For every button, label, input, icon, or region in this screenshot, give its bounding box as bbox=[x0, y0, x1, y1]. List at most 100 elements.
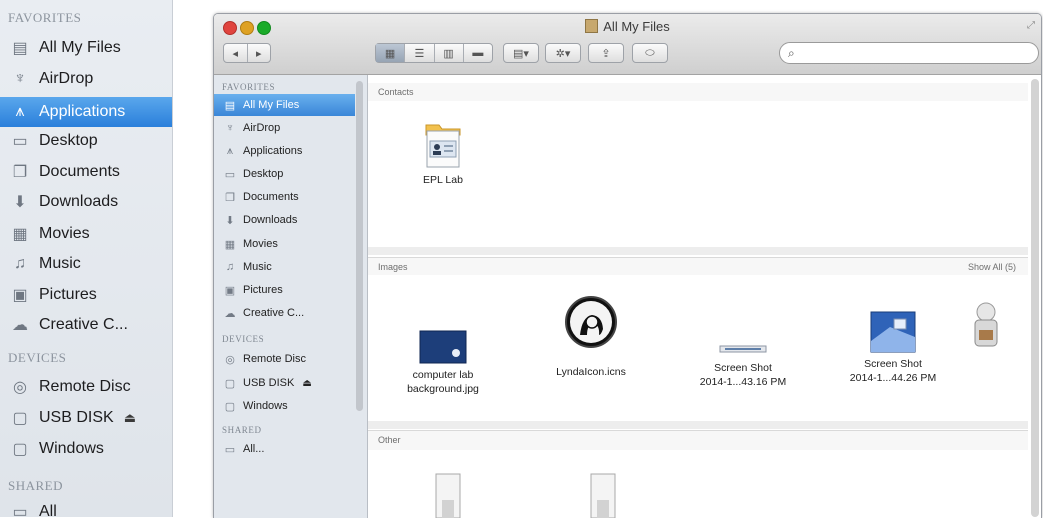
sidebar-item-creative-cloud[interactable]: ☁ Creative C... bbox=[214, 302, 355, 324]
big-sidebar-label: Downloads bbox=[39, 193, 119, 210]
forward-button[interactable]: ▸ bbox=[248, 44, 271, 62]
sidebar-item-applications[interactable]: ⩚ Applications bbox=[214, 140, 355, 162]
arrange-icon: ▤▾ bbox=[513, 47, 529, 60]
big-sidebar-label: USB DISK bbox=[39, 409, 114, 426]
file-item[interactable]: EPL Lab bbox=[408, 121, 478, 187]
screenshot-thumbnail-icon bbox=[870, 311, 916, 353]
disk-icon: ▢ bbox=[12, 410, 28, 427]
big-sidebar-item-all-my-files[interactable]: ▤ All My Files bbox=[0, 33, 172, 63]
file-item[interactable]: Screen Shot 2014-1...43.16 PM bbox=[683, 343, 803, 389]
big-sidebar-item-music[interactable]: ♫ Music bbox=[0, 249, 172, 279]
sidebar-item-remote-disc[interactable]: ◎ Remote Disc bbox=[214, 348, 355, 370]
column-view-icon[interactable]: ▥ bbox=[435, 44, 464, 62]
sidebar-label: Creative C... bbox=[243, 307, 305, 319]
action-button[interactable]: ✲▾ bbox=[545, 43, 581, 63]
arrange-button[interactable]: ▤▾ bbox=[503, 43, 539, 63]
lynda-icon bbox=[565, 296, 617, 348]
sidebar-item-downloads[interactable]: ⬇ Downloads bbox=[214, 209, 355, 231]
big-sidebar-item-pictures[interactable]: ▣ Pictures bbox=[0, 280, 172, 310]
big-sidebar-label: All bbox=[39, 503, 57, 517]
file-item[interactable]: Screen Shot 2014-1...44.26 PM bbox=[833, 311, 953, 385]
big-sidebar-label: Applications bbox=[39, 103, 126, 120]
search-input[interactable] bbox=[802, 45, 1034, 63]
list-view-icon[interactable]: ☰ bbox=[405, 44, 435, 62]
eject-icon[interactable]: ⏏ bbox=[302, 378, 311, 389]
movies-icon: ▦ bbox=[224, 238, 236, 251]
big-sidebar-item-desktop[interactable]: ▭ Desktop bbox=[0, 126, 172, 156]
file-item[interactable] bbox=[966, 300, 1006, 364]
title-bar: All My Files ⤢ ◂ ▸ ▦ ☰ ▥ ▬ ▤▾ ✲▾ ⇪ ⬭ ⌕ bbox=[214, 14, 1041, 75]
section-title: Images bbox=[378, 262, 408, 272]
back-button[interactable]: ◂ bbox=[224, 44, 248, 62]
big-sidebar-label: Creative C... bbox=[39, 316, 128, 333]
music-icon: ♫ bbox=[14, 255, 26, 272]
search-field[interactable]: ⌕ bbox=[779, 42, 1039, 64]
fullscreen-icon[interactable]: ⤢ bbox=[1027, 20, 1035, 31]
shared-header: SHARED bbox=[222, 425, 262, 435]
cover-flow-icon[interactable]: ▬ bbox=[464, 44, 492, 62]
disk-icon: ▢ bbox=[224, 400, 236, 413]
disc-icon: ◎ bbox=[225, 353, 235, 366]
sidebar-label: Movies bbox=[243, 238, 278, 250]
file-name: LyndaIcon.icns bbox=[556, 366, 626, 378]
file-name-line1: computer lab bbox=[412, 369, 474, 381]
file-name-line2: 2014-1...44.26 PM bbox=[849, 372, 937, 384]
eject-icon[interactable]: ⏏ bbox=[124, 410, 136, 426]
shared-header: SHARED bbox=[8, 478, 64, 493]
big-sidebar-item-usb-disk[interactable]: ▢ USB DISK ⏏ bbox=[0, 403, 172, 433]
zoomed-sidebar: FAVORITES ▤ All My Files ♆ AirDrop ⩚ App… bbox=[0, 0, 173, 517]
sidebar-item-desktop[interactable]: ▭ Desktop bbox=[214, 163, 355, 185]
file-item[interactable]: LyndaIcon.icns bbox=[536, 295, 646, 379]
finder-window: All My Files ⤢ ◂ ▸ ▦ ☰ ▥ ▬ ▤▾ ✲▾ ⇪ ⬭ ⌕ F… bbox=[213, 13, 1042, 518]
disk-icon: ▢ bbox=[12, 441, 28, 458]
show-all-link[interactable]: Show All (5) bbox=[968, 258, 1016, 276]
search-icon: ⌕ bbox=[788, 46, 795, 60]
big-sidebar-item-movies[interactable]: ▦ Movies bbox=[0, 219, 172, 249]
disc-icon: ◎ bbox=[13, 379, 27, 396]
big-sidebar-item-creative-cloud[interactable]: ☁ Creative C... bbox=[0, 310, 172, 340]
sidebar-item-all-my-files[interactable]: ▤ All My Files bbox=[214, 94, 355, 116]
content-scrollbar[interactable] bbox=[1031, 79, 1039, 517]
disk-icon: ▢ bbox=[224, 377, 236, 390]
file-name-line1: Screen Shot bbox=[864, 358, 922, 370]
section-header-contacts: Contacts bbox=[368, 83, 1028, 101]
sidebar-label: AirDrop bbox=[243, 122, 281, 134]
sidebar-scrollbar[interactable] bbox=[356, 81, 363, 411]
file-item[interactable] bbox=[583, 470, 623, 518]
big-sidebar-item-downloads[interactable]: ⬇ Downloads bbox=[0, 187, 172, 217]
sidebar-item-usb-disk[interactable]: ▢ USB DISK ⏏ bbox=[214, 372, 355, 394]
window-title: All My Files bbox=[214, 19, 1041, 34]
sidebar-label: Documents bbox=[243, 191, 299, 203]
big-sidebar-item-documents[interactable]: ❐ Documents bbox=[0, 157, 172, 187]
file-item[interactable] bbox=[428, 470, 468, 518]
big-sidebar-item-remote-disc[interactable]: ◎ Remote Disc bbox=[0, 372, 172, 402]
tag-icon: ⬭ bbox=[645, 46, 655, 59]
sidebar-item-documents[interactable]: ❐ Documents bbox=[214, 186, 355, 208]
generic-file-icon bbox=[590, 473, 616, 518]
sidebar-label: All My Files bbox=[243, 99, 300, 111]
icon-view-icon[interactable]: ▦ bbox=[376, 44, 406, 62]
section-header-other: Other bbox=[368, 430, 1028, 450]
folder-proxy-icon bbox=[585, 19, 599, 33]
sidebar-item-airdrop[interactable]: ♆ AirDrop bbox=[214, 117, 355, 139]
big-sidebar-item-applications[interactable]: ⩚ Applications bbox=[0, 97, 172, 127]
applications-icon: ⩚ bbox=[226, 144, 234, 157]
big-sidebar-item-shared-all[interactable]: ▭ All bbox=[0, 497, 172, 517]
sidebar-item-pictures[interactable]: ▣ Pictures bbox=[214, 279, 355, 301]
sidebar-item-movies[interactable]: ▦ Movies bbox=[214, 233, 355, 255]
sidebar-label: Music bbox=[243, 261, 272, 273]
sidebar-item-music[interactable]: ♫ Music bbox=[214, 256, 355, 278]
devices-header: DEVICES bbox=[8, 350, 67, 365]
tags-button[interactable]: ⬭ bbox=[632, 43, 668, 63]
favorites-header: FAVORITES bbox=[8, 10, 82, 25]
sidebar-item-windows[interactable]: ▢ Windows bbox=[214, 395, 355, 417]
share-button[interactable]: ⇪ bbox=[588, 43, 624, 63]
big-sidebar-item-windows[interactable]: ▢ Windows bbox=[0, 434, 172, 464]
sidebar-item-shared-all[interactable]: ▭ All... bbox=[214, 438, 355, 460]
downloads-icon: ⬇ bbox=[13, 194, 27, 211]
file-item[interactable]: computer lab background.jpg bbox=[388, 330, 498, 396]
big-sidebar-item-airdrop[interactable]: ♆ AirDrop bbox=[0, 64, 172, 94]
shared-icon: ▭ bbox=[224, 443, 236, 456]
shared-icon: ▭ bbox=[12, 504, 28, 517]
airdrop-icon: ♆ bbox=[225, 122, 235, 134]
